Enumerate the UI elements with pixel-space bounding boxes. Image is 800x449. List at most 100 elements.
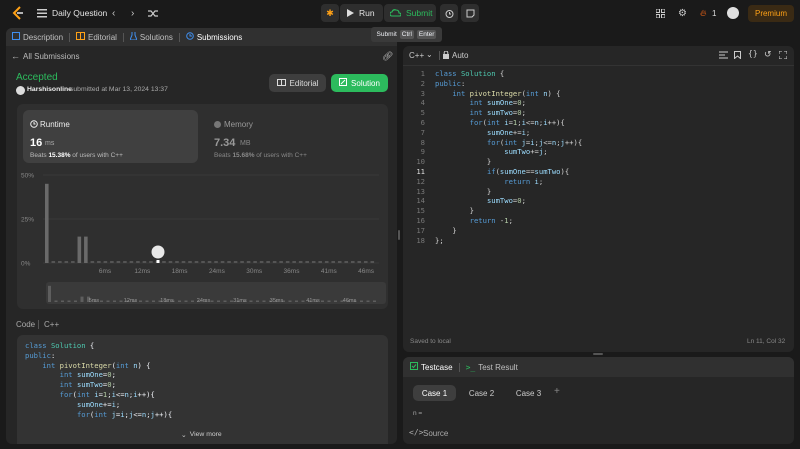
- case-3-button[interactable]: Case 3: [507, 385, 550, 401]
- chart-bar: [350, 261, 355, 263]
- y-tick-label: 50%: [21, 173, 34, 180]
- code-lang: C++: [44, 320, 60, 329]
- cursor-position: Ln 11, Col 32: [747, 338, 786, 345]
- tab-editorial-label: Editorial: [88, 32, 117, 42]
- back-arrow-icon[interactable]: ←: [11, 51, 20, 61]
- problem-list-icon[interactable]: [37, 9, 47, 18]
- chart-bar: [357, 261, 362, 263]
- chart-bar: [298, 261, 303, 263]
- chart-bar: [123, 261, 127, 263]
- debug-button[interactable]: ✱: [321, 4, 339, 22]
- problem-list-title[interactable]: Daily Question: [52, 8, 107, 18]
- code-line: for(int i=1;i<=n;i++){: [59, 389, 155, 399]
- submit-button[interactable]: Submit: [384, 4, 436, 22]
- tab-submissions-label: Submissions: [196, 32, 243, 42]
- panel-resize-handle[interactable]: [398, 230, 400, 240]
- solution-button[interactable]: Solution: [331, 74, 388, 92]
- code-line: if(sumOne==sumTwo){: [486, 166, 570, 176]
- editorial-button[interactable]: Editorial: [269, 74, 326, 92]
- settings-gear-icon[interactable]: ⚙: [678, 8, 687, 19]
- add-case-icon[interactable]: +: [554, 386, 560, 397]
- chart-bar: [240, 261, 244, 263]
- code-line: }: [435, 157, 492, 167]
- leetcode-logo-icon[interactable]: [11, 6, 25, 20]
- runtime-distribution-chart[interactable]: 50% 25% 0% 6ms 12ms 18ms 24ms 30ms 36ms 41ms 46ms 5…: [17, 167, 388, 309]
- x-tick-label: 6ms: [99, 268, 112, 275]
- chart-bar: [45, 183, 49, 263]
- chart-bar: [142, 261, 147, 263]
- line-number: 13: [416, 186, 425, 196]
- description-icon: [12, 32, 20, 42]
- code-line: int sumOne=0;: [59, 370, 116, 380]
- share-link-icon[interactable]: 🔗︎: [382, 51, 393, 62]
- expand-icon[interactable]: [778, 50, 788, 61]
- memory-card[interactable]: Memory 7.34 MB Beats 15.68% of users wit…: [207, 110, 382, 163]
- timer-button[interactable]: [440, 4, 458, 22]
- tab-submissions[interactable]: Submissions: [180, 32, 248, 42]
- chart-bar: [311, 261, 316, 263]
- code-line: class Solution {: [25, 341, 95, 350]
- solution-button-label: Solution: [351, 78, 380, 88]
- chevron-down-icon[interactable]: ⌄: [426, 50, 433, 59]
- layout-grid-icon[interactable]: [656, 9, 665, 18]
- mini-chart-bar: [210, 300, 214, 302]
- code-source-icon[interactable]: </>: [409, 428, 423, 437]
- runtime-beats: Beats 15.38% of users with C++: [30, 152, 123, 159]
- language-select[interactable]: C++: [409, 51, 424, 60]
- mini-chart-bar: [191, 300, 194, 302]
- chart-bar: [259, 261, 264, 263]
- reset-icon[interactable]: ↺: [764, 49, 772, 60]
- premium-button[interactable]: Premium: [748, 5, 794, 22]
- run-button[interactable]: Run: [340, 4, 383, 22]
- case-1-button[interactable]: Case 1: [413, 385, 456, 401]
- case-3-label: Case 3: [515, 388, 542, 398]
- mini-chart-bar: [334, 300, 337, 302]
- tab-solutions[interactable]: Solutions: [124, 32, 179, 42]
- view-more-button[interactable]: ⌄ View more: [181, 431, 222, 439]
- streak-flame-icon[interactable]: 🔥︎: [700, 8, 707, 19]
- mini-chart-bar: [184, 300, 188, 302]
- notes-button[interactable]: [461, 4, 479, 22]
- chart-bar: [292, 261, 296, 263]
- tab-editorial[interactable]: Editorial: [70, 32, 123, 42]
- all-submissions-link[interactable]: All Submissions: [23, 52, 79, 61]
- code-editor[interactable]: class Solution {public: int pivotInteger…: [435, 69, 582, 245]
- memory-unit: MB: [240, 140, 251, 147]
- memory-title: Memory: [224, 120, 253, 129]
- code-preview-text: class Solution {public: int pivotInteger…: [25, 341, 172, 419]
- format-icon[interactable]: [719, 51, 728, 61]
- code-line: for(int j=i;j<=n;j++){: [486, 137, 583, 147]
- run-label: Run: [359, 8, 375, 18]
- auto-mode[interactable]: Auto: [452, 51, 468, 60]
- mini-chart-bar: [256, 300, 259, 302]
- chart-bar: [331, 261, 336, 263]
- x-tick-label: 30ms: [246, 268, 263, 275]
- source-link[interactable]: Source: [423, 429, 448, 438]
- user-avatar[interactable]: [727, 7, 739, 19]
- chevrons-down-icon: ⌄: [181, 432, 187, 439]
- tab-testcase[interactable]: Testcase: [403, 362, 459, 372]
- next-problem-icon[interactable]: ›: [131, 8, 134, 19]
- history-icon: [186, 32, 194, 42]
- editor-resize-handle[interactable]: [593, 353, 603, 355]
- submitter-name[interactable]: Harshisonline: [27, 86, 72, 93]
- tab-test-result-label: Test Result: [478, 362, 518, 372]
- shuffle-icon[interactable]: [148, 9, 158, 18]
- memory-beats-pre: Beats: [214, 152, 233, 159]
- tab-description[interactable]: Description: [6, 32, 69, 42]
- editor-toolbar-line: [403, 65, 794, 66]
- mini-chart-bar: [100, 300, 103, 302]
- streak-count: 1: [712, 9, 717, 18]
- braces-icon[interactable]: {}: [748, 49, 758, 58]
- tab-test-result[interactable]: >_ Test Result: [460, 363, 524, 372]
- mini-x-tick-label: 31ms: [233, 298, 247, 304]
- chart-bar: [116, 261, 121, 263]
- runtime-card[interactable]: Runtime 16 ms Beats 15.38% of users with…: [23, 110, 198, 163]
- editorial-button-label: Editorial: [289, 78, 319, 88]
- case-2-button[interactable]: Case 2: [460, 385, 503, 401]
- bookmark-icon[interactable]: [734, 51, 741, 61]
- line-number: 1: [420, 69, 425, 78]
- prev-problem-icon[interactable]: ‹: [112, 8, 115, 19]
- mini-x-tick-label: 24ms: [197, 298, 211, 304]
- mini-chart-bar: [119, 300, 123, 302]
